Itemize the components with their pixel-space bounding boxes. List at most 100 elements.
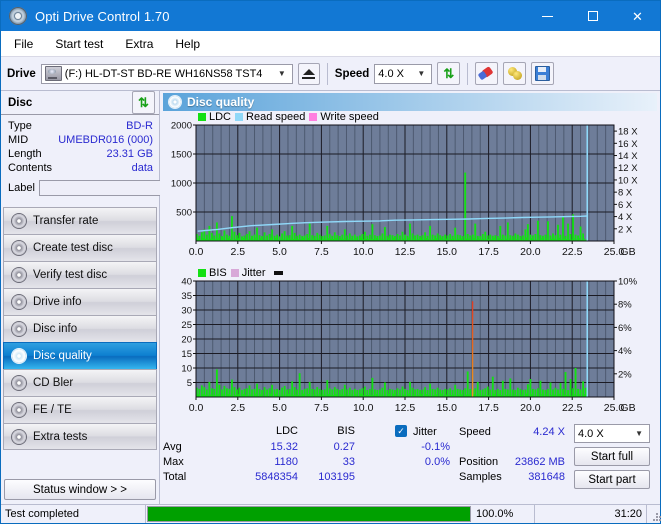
menu-file[interactable]: File [5, 34, 42, 54]
menu-extra[interactable]: Extra [116, 34, 162, 54]
legend-label: BIS [209, 267, 227, 279]
menu-start-test[interactable]: Start test [46, 34, 112, 54]
sidebar-item-extra-tests[interactable]: Extra tests [3, 423, 157, 450]
sidebar-item-disc-quality[interactable]: Disc quality [3, 342, 157, 369]
sidebar-item-label: CD Bler [33, 377, 74, 389]
sidebar-item-verify-test-disc[interactable]: Verify test disc [3, 261, 157, 288]
start-part-button[interactable]: Start part [574, 470, 650, 489]
stats-speed-label: Speed [459, 426, 491, 438]
ldc-chart-legend: LDC Read speed Write speed [198, 111, 379, 123]
stats-samples-label: Samples [459, 471, 502, 483]
maximize-button[interactable] [570, 1, 615, 31]
disc-mid-label: MID [8, 134, 29, 146]
eject-icon [302, 68, 315, 75]
panel-title-bar: Disc quality [163, 93, 657, 111]
sidebar-item-label: Create test disc [33, 242, 113, 254]
sidebar-item-create-test-disc[interactable]: Create test disc [3, 234, 157, 261]
sidebar-item-label: Disc quality [33, 350, 92, 362]
svg-text:20.0: 20.0 [520, 402, 541, 414]
svg-text:8 X: 8 X [618, 188, 633, 199]
test-speed-select[interactable]: 4.0 X ▼ [574, 424, 650, 443]
disc-header: Disc ⇅ [1, 91, 159, 115]
bulb-icon [507, 67, 522, 80]
sidebar-item-drive-info[interactable]: Drive info [3, 288, 157, 315]
stats-row-label-total: Total [163, 471, 187, 483]
window-controls: ✕ [525, 1, 660, 31]
sidebar-nav: Transfer rate Create test disc Verify te… [1, 207, 159, 450]
drive-icon [44, 66, 62, 81]
svg-text:4%: 4% [618, 346, 632, 357]
options-button[interactable] [503, 62, 527, 85]
eraser-icon [477, 66, 494, 81]
title-bar: Opti Drive Control 1.70 ✕ [1, 1, 660, 31]
drive-select[interactable]: (F:) HL-DT-ST BD-RE WH16NS58 TST4 ▼ [40, 63, 293, 84]
start-full-button[interactable]: Start full [574, 447, 650, 466]
svg-text:1000: 1000 [171, 179, 192, 190]
refresh-drive-button[interactable]: ⇅ [437, 62, 461, 85]
refresh-disc-button[interactable]: ⇅ [132, 91, 155, 114]
stats-jitter-avg: -0.1% [421, 441, 450, 453]
legend-drag-handle[interactable] [270, 271, 283, 275]
stats-panel: LDC BIS Avg Max Total 15.32 1180 5848354… [163, 422, 657, 504]
svg-text:35: 35 [181, 291, 192, 302]
svg-text:14 X: 14 X [618, 151, 638, 162]
legend-label: Read speed [246, 111, 306, 123]
svg-text:5: 5 [187, 378, 192, 389]
stats-position-value: 23862 MB [514, 456, 565, 468]
speed-select-value: 4.0 X [378, 67, 404, 80]
progress-fill [148, 507, 470, 521]
minimize-button[interactable] [525, 1, 570, 31]
app-disc-icon [9, 7, 27, 25]
drive-label: Drive [7, 67, 36, 80]
sidebar-item-fe-te[interactable]: FE / TE [3, 396, 157, 423]
menu-help[interactable]: Help [166, 34, 209, 54]
sidebar-item-label: Verify test disc [33, 269, 108, 281]
jitter-checkbox[interactable]: ✓ [395, 425, 407, 437]
disc-info-row-length: Length 23.31 GB [8, 147, 153, 161]
resize-grip[interactable] [647, 505, 660, 523]
svg-text:25: 25 [181, 320, 192, 331]
legend-item-read-speed: Read speed [235, 111, 305, 123]
sidebar-item-transfer-rate[interactable]: Transfer rate [3, 207, 157, 234]
svg-text:12 X: 12 X [618, 163, 638, 174]
svg-text:20: 20 [181, 335, 192, 346]
speed-label: Speed [334, 67, 370, 80]
main-panel: Disc quality LDC Read speed Write speed … [160, 91, 660, 504]
sidebar-item-label: Disc info [33, 323, 78, 335]
eject-button[interactable] [297, 62, 320, 85]
legend-label: Jitter [241, 267, 266, 279]
svg-text:2.5: 2.5 [230, 402, 245, 414]
save-button[interactable] [531, 62, 555, 85]
chevron-down-icon: ▼ [277, 69, 286, 78]
stats-jitter-max: 0.0% [424, 456, 450, 468]
svg-text:12.5: 12.5 [395, 402, 416, 414]
svg-text:2 X: 2 X [618, 224, 633, 235]
disc-label-row: Label [8, 178, 208, 198]
svg-text:2.5: 2.5 [230, 246, 245, 258]
disc-quality-icon [169, 96, 181, 108]
test-speed-value: 4.0 X [578, 427, 604, 440]
disc-icon [12, 295, 26, 309]
status-window-button[interactable]: Status window > > [4, 479, 156, 500]
stats-bis-avg: 0.27 [333, 441, 355, 453]
svg-text:1500: 1500 [171, 150, 192, 161]
bis-chart-legend: BIS Jitter [198, 267, 283, 279]
svg-text:10.0: 10.0 [353, 246, 374, 258]
legend-item-write-speed: Write speed [309, 111, 379, 123]
legend-item-bis: BIS [198, 267, 227, 279]
sidebar-item-disc-info[interactable]: Disc info [3, 315, 157, 342]
sidebar-item-label: FE / TE [33, 404, 72, 416]
svg-text:22.5: 22.5 [562, 246, 583, 258]
stats-bis-total: 103195 [318, 471, 355, 483]
sidebar-item-cd-bler[interactable]: CD Bler [3, 369, 157, 396]
disc-type-label: Type [8, 120, 32, 132]
close-button[interactable]: ✕ [615, 1, 660, 31]
erase-button[interactable] [475, 62, 499, 85]
disc-contents-value: data [131, 162, 153, 174]
status-bar: Test completed 100.0% 31:20 [1, 504, 660, 523]
elapsed-time: 31:20 [535, 505, 647, 523]
disc-icon [12, 429, 26, 444]
speed-select[interactable]: 4.0 X ▼ [374, 63, 433, 84]
stats-header-bis: BIS [337, 425, 355, 437]
ldc-chart: 5001000150020002 X4 X6 X8 X10 X12 X14 X1… [171, 121, 638, 259]
